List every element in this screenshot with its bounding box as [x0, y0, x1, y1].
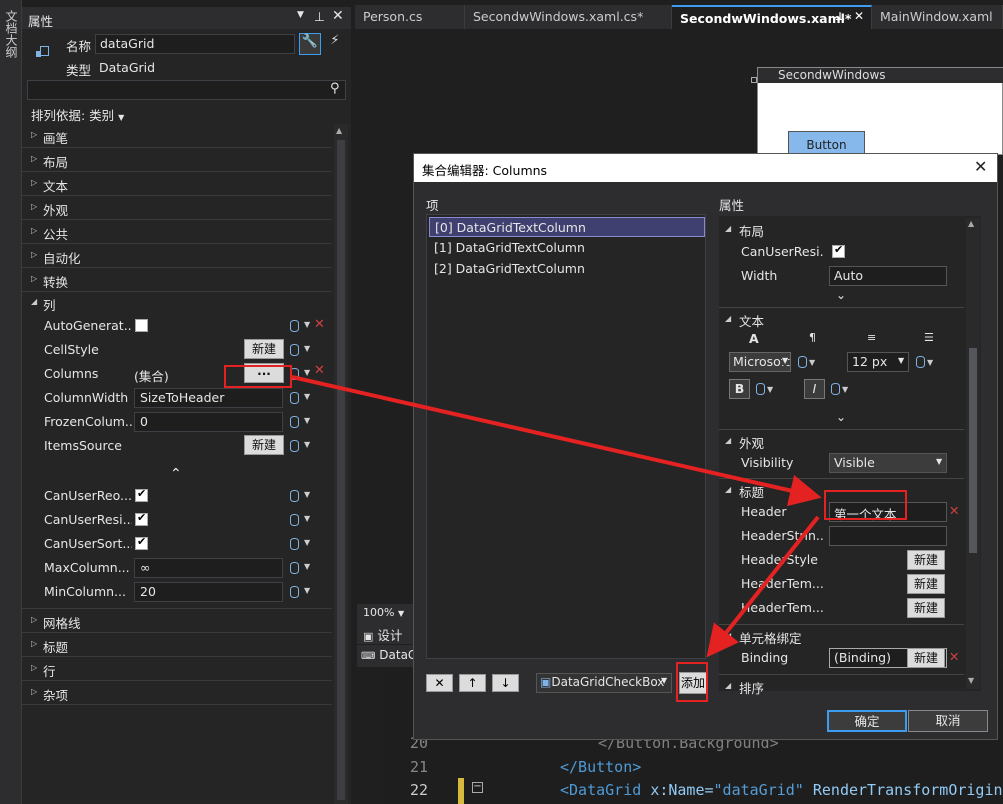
- arrow-to-add: [706, 515, 820, 658]
- annotation-arrows: [291, 375, 822, 658]
- arrow-to-header: [291, 375, 822, 507]
